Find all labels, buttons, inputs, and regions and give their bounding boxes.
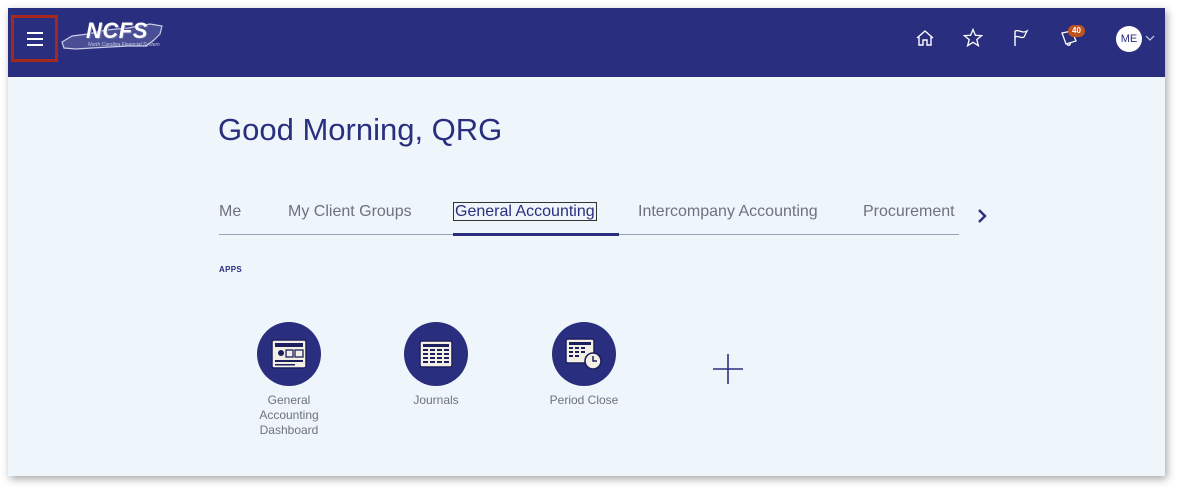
home-icon[interactable] <box>914 27 936 49</box>
dashboard-icon <box>271 339 307 369</box>
apps-heading: APPS <box>219 265 242 274</box>
tab-label: Me <box>219 203 242 220</box>
hamburger-icon <box>26 30 43 48</box>
springboard-tabs: Me My Client Groups General Accounting I… <box>219 201 959 237</box>
logo-text: NCFS <box>86 18 148 43</box>
tab-general-accounting[interactable]: General Accounting <box>453 201 597 223</box>
app-icon-circle <box>257 322 321 386</box>
tab-me[interactable]: Me <box>219 201 241 223</box>
user-avatar[interactable]: ME <box>1116 26 1142 52</box>
greeting-heading: Good Morning, QRG <box>218 112 503 147</box>
plus-icon[interactable] <box>711 352 745 386</box>
app-label: General Accounting Dashboard <box>259 393 319 437</box>
app-icon-circle <box>552 322 616 386</box>
app-period-close[interactable]: Period Close <box>534 322 634 408</box>
app-icon-circle <box>404 322 468 386</box>
app-journals[interactable]: Journals <box>386 322 486 408</box>
tab-label: Procurement <box>863 203 955 220</box>
app-label: Journals <box>413 393 459 407</box>
global-header: NCFS North Carolina Financial System 40 … <box>8 8 1165 77</box>
notification-count-badge: 40 <box>1068 25 1085 37</box>
tab-my-client-groups[interactable]: My Client Groups <box>288 201 412 223</box>
app-general-accounting-dashboard[interactable]: General Accounting Dashboard <box>239 322 339 438</box>
tab-label: Intercompany Accounting <box>638 203 818 220</box>
chevron-right-icon[interactable] <box>975 207 989 225</box>
flag-icon[interactable] <box>1010 27 1032 49</box>
tab-label: General Accounting <box>453 202 597 221</box>
app-window: NCFS North Carolina Financial System 40 … <box>8 8 1165 476</box>
journals-icon <box>419 340 453 368</box>
logo-subtext: North Carolina Financial System <box>88 42 160 48</box>
star-icon[interactable] <box>962 27 984 49</box>
tab-intercompany-accounting[interactable]: Intercompany Accounting <box>638 201 818 223</box>
navigator-menu-button[interactable] <box>11 15 58 62</box>
period-close-icon <box>565 338 602 370</box>
tab-procurement[interactable]: Procurement <box>863 201 955 223</box>
app-label: Period Close <box>549 393 619 407</box>
chevron-down-icon[interactable] <box>1145 34 1155 42</box>
tab-label: My Client Groups <box>288 203 412 220</box>
